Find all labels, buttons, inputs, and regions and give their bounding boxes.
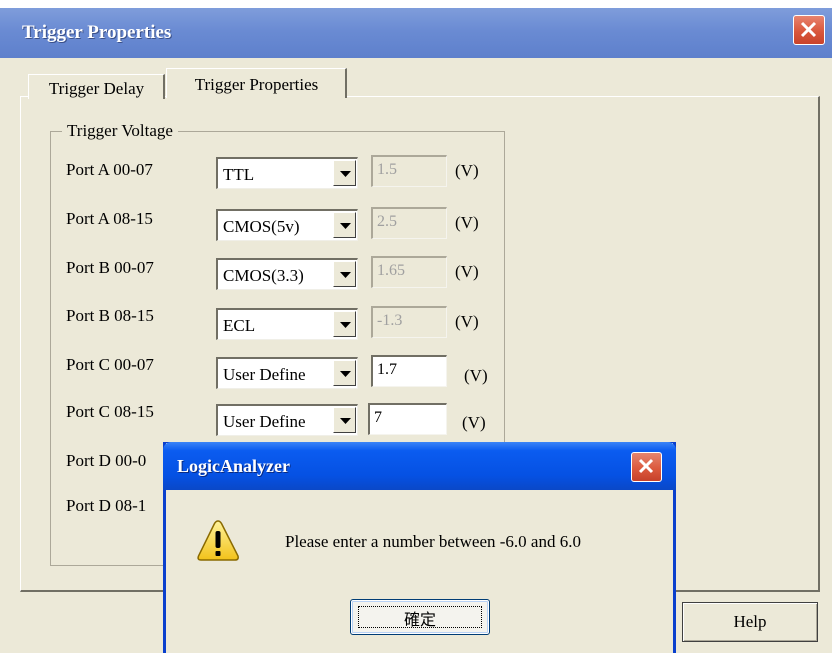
unit-label: (V)	[455, 213, 479, 232]
help-button[interactable]: Help	[682, 602, 818, 642]
port-a-08-15-type-select[interactable]: CMOS(5v)	[216, 209, 358, 241]
dialog-title: LogicAnalyzer	[177, 456, 290, 476]
select-value: ECL	[223, 316, 256, 335]
group-title: Trigger Voltage	[62, 121, 178, 141]
dialog-close-button[interactable]	[631, 452, 662, 482]
tab-label: Trigger Delay	[48, 79, 145, 98]
window-close-button[interactable]	[793, 15, 825, 45]
select-value: User Define	[223, 365, 306, 384]
port-b-08-15-voltage-input[interactable]: -1.3	[371, 306, 447, 338]
select-value: TTL	[223, 165, 255, 184]
port-c-08-15-voltage-input[interactable]: 7	[368, 403, 447, 435]
unit-label: (V)	[462, 413, 486, 432]
port-label: Port B 00-07	[66, 258, 154, 277]
port-b-00-07-type-select[interactable]: CMOS(3.3)	[216, 258, 358, 290]
window-title: Trigger Properties	[22, 22, 172, 43]
unit-label: (V)	[455, 262, 479, 281]
port-label: Port D 08-1	[66, 496, 147, 515]
close-icon	[638, 458, 654, 474]
select-value: CMOS(3.3)	[223, 266, 304, 285]
port-a-08-15-voltage-input[interactable]: 2.5	[371, 207, 447, 239]
dropdown-button[interactable]	[333, 407, 356, 433]
select-value: CMOS(5v)	[223, 217, 300, 236]
port-label: Port B 08-15	[66, 306, 154, 325]
port-b-08-15-type-select[interactable]: ECL	[216, 308, 358, 340]
window-titlebar[interactable]: Trigger Properties	[0, 8, 832, 58]
warning-icon	[197, 520, 239, 561]
chevron-down-icon	[340, 322, 351, 328]
dialog-message: Please enter a number between -6.0 and 6…	[285, 532, 581, 551]
port-label: Port D 00-0	[66, 451, 147, 470]
tab-trigger-properties[interactable]: Trigger Properties	[166, 68, 347, 98]
chevron-down-icon	[340, 171, 351, 177]
port-label: Port A 00-07	[66, 160, 153, 179]
unit-label: (V)	[455, 312, 479, 331]
close-icon	[800, 21, 817, 38]
port-a-00-07-voltage-input[interactable]: 1.5	[371, 155, 447, 187]
port-label: Port A 08-15	[66, 209, 153, 228]
port-label: Port C 08-15	[66, 402, 154, 421]
chevron-down-icon	[340, 223, 351, 229]
dropdown-button[interactable]	[333, 311, 356, 337]
port-a-00-07-type-select[interactable]: TTL	[216, 157, 358, 189]
unit-label: (V)	[464, 366, 488, 385]
port-b-00-07-voltage-input[interactable]: 1.65	[371, 256, 447, 288]
dialog-titlebar[interactable]: LogicAnalyzer	[163, 442, 676, 490]
dropdown-button[interactable]	[333, 261, 356, 287]
dropdown-button[interactable]	[333, 212, 356, 238]
port-label: Port C 00-07	[66, 355, 154, 374]
unit-label: (V)	[455, 161, 479, 180]
port-c-00-07-type-select[interactable]: User Define	[216, 357, 358, 389]
chevron-down-icon	[340, 418, 351, 424]
dropdown-button[interactable]	[333, 360, 356, 386]
tab-trigger-delay[interactable]: Trigger Delay	[28, 74, 165, 99]
chevron-down-icon	[340, 272, 351, 278]
port-c-08-15-type-select[interactable]: User Define	[216, 404, 358, 436]
dropdown-button[interactable]	[333, 160, 356, 186]
select-value: User Define	[223, 412, 306, 431]
ok-button[interactable]: 確定	[350, 599, 490, 635]
port-c-00-07-voltage-input[interactable]: 1.7	[371, 355, 447, 387]
tab-label: Trigger Properties	[194, 75, 319, 94]
ok-button-label: 確定	[403, 610, 436, 629]
chevron-down-icon	[340, 371, 351, 377]
